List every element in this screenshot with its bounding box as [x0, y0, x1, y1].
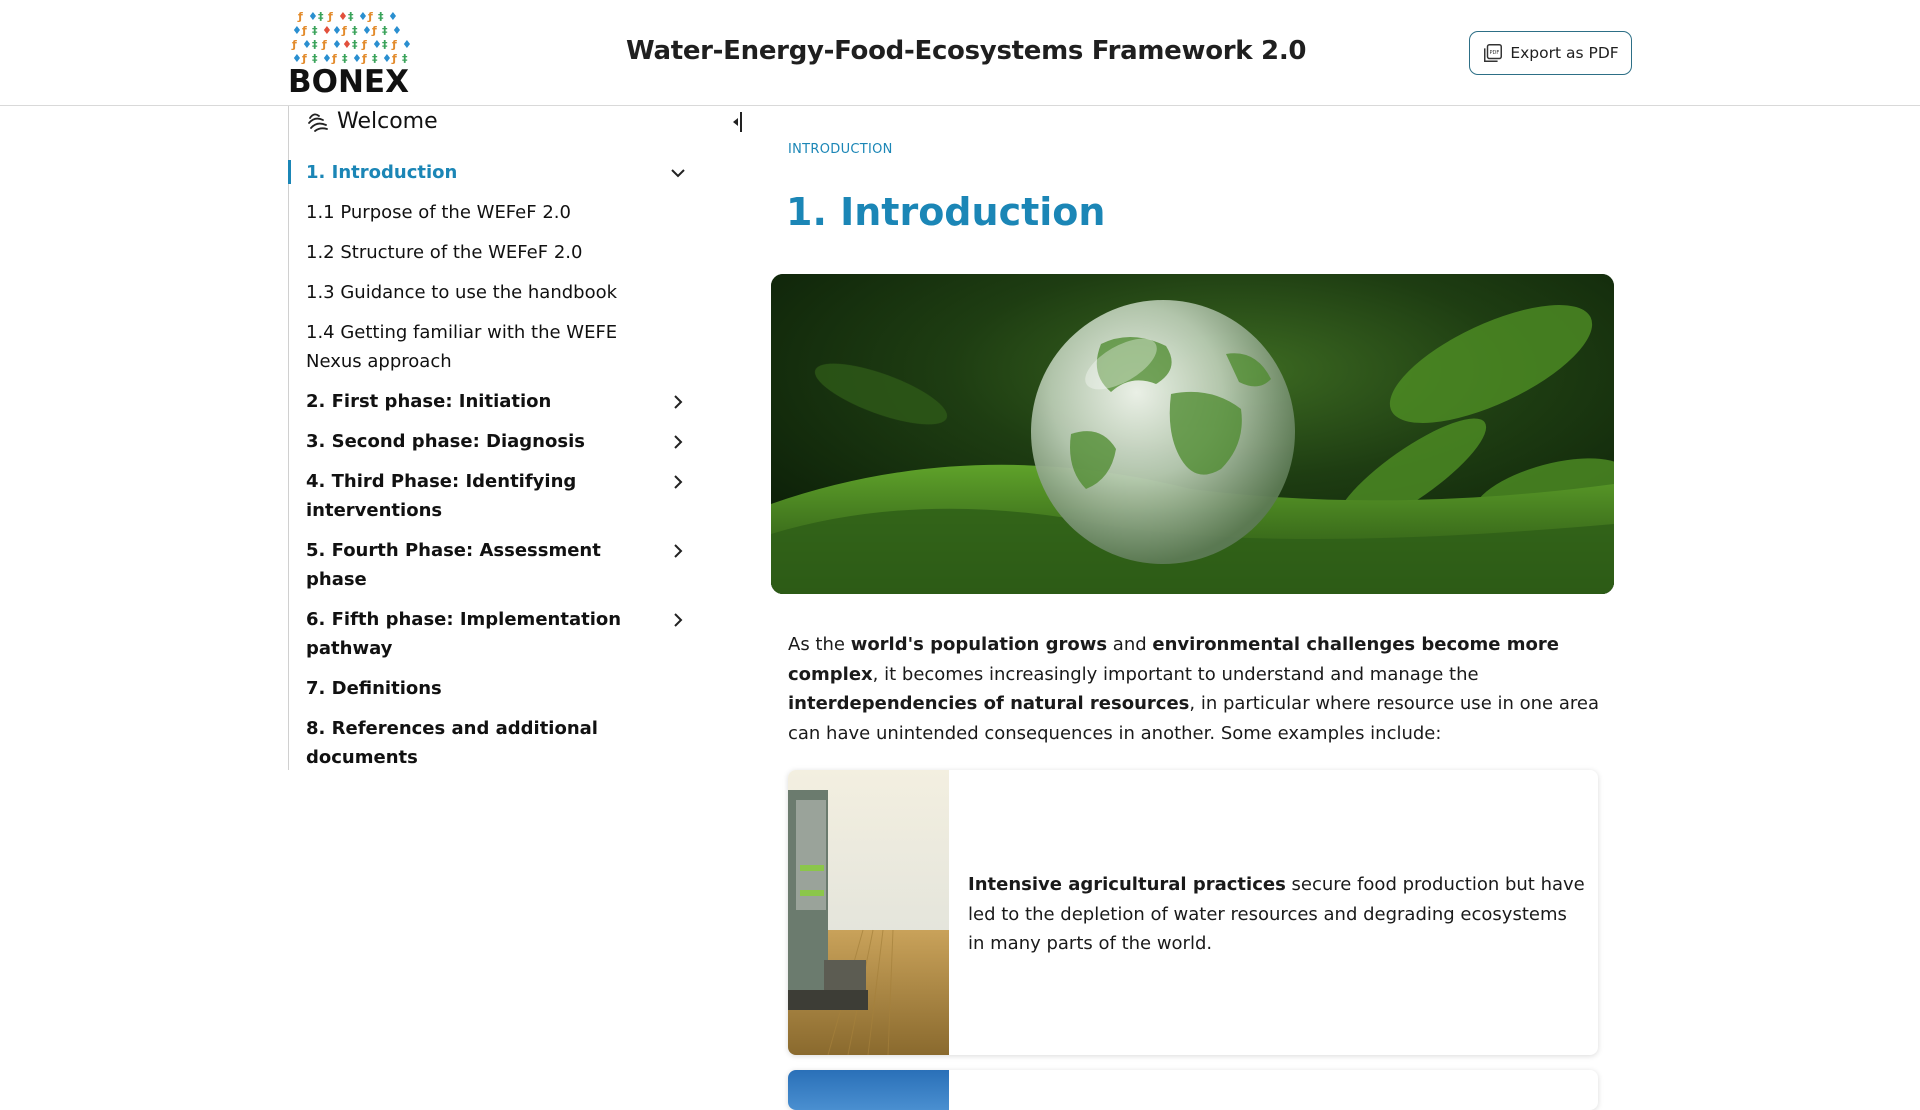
app-title: Water-Energy-Food-Ecosystems Framework 2…: [626, 36, 1307, 66]
card-bold: Intensive agricultural practices: [968, 874, 1286, 895]
svg-text:PDF: PDF: [1490, 50, 1500, 56]
chevron-right-icon[interactable]: [670, 434, 686, 450]
nav-label: 1.2 Structure of the WEFeF 2.0: [306, 242, 583, 263]
svg-text:‡: ‡: [312, 24, 318, 37]
svg-text:♦: ♦: [362, 24, 372, 37]
svg-text:♦: ♦: [308, 10, 318, 23]
chapter-list: 1. Introduction 1.1 Purpose of the WEFeF…: [288, 158, 709, 772]
svg-text:♦: ♦: [388, 10, 398, 23]
svg-text:ƒ: ƒ: [361, 38, 367, 51]
section-eyebrow: INTRODUCTION: [788, 142, 893, 157]
svg-text:ƒ: ƒ: [321, 38, 327, 51]
svg-text:♦: ♦: [402, 38, 412, 51]
nav-item-assessment[interactable]: 5. Fourth Phase: Assessment phase: [289, 536, 709, 594]
svg-text:ƒ: ƒ: [371, 24, 377, 37]
svg-text:‡: ‡: [312, 38, 318, 51]
bonex-logo[interactable]: ƒ ♦ ‡ ƒ ♦ ‡ ♦ ƒ ‡ ♦ ♦ ƒ ‡ ♦ ♦ ƒ ‡ ♦ ƒ ‡ ♦ ƒ ♦ ‡ ƒ ♦ ♦…: [288, 8, 416, 98]
nav-label: 6. Fifth phase: Implementation pathway: [306, 609, 622, 659]
example-card-text: Intensive agricultural practices secure …: [968, 870, 1588, 959]
svg-text:ƒ: ƒ: [341, 24, 347, 37]
nav-label: 4. Third Phase: Identifying intervention…: [306, 471, 577, 521]
chevron-right-icon[interactable]: [670, 612, 686, 628]
nav-item-implementation[interactable]: 6. Fifth phase: Implementation pathway: [289, 605, 709, 663]
page-title: 1. Introduction: [786, 190, 1106, 234]
export-pdf-button[interactable]: PDF Export as PDF: [1469, 31, 1632, 75]
svg-text:♦: ♦: [358, 10, 368, 23]
svg-text:‡: ‡: [378, 10, 384, 23]
svg-text:♦: ♦: [322, 24, 332, 37]
svg-text:♦: ♦: [332, 38, 342, 51]
glass-globe-moss-image: [771, 274, 1614, 594]
nav-item-structure[interactable]: 1.2 Structure of the WEFeF 2.0: [289, 238, 709, 267]
svg-text:ƒ: ƒ: [291, 38, 297, 51]
nav-item-purpose[interactable]: 1.1 Purpose of the WEFeF 2.0: [289, 198, 709, 227]
pdf-icon: PDF: [1484, 44, 1503, 62]
nav-label: 1.4 Getting familiar with the WEFE Nexus…: [306, 322, 618, 372]
intro-bold-1: world's population grows: [850, 634, 1108, 655]
nav-label: 3. Second phase: Diagnosis: [306, 431, 585, 452]
example-card-next: [788, 1070, 1598, 1110]
hero-image: [771, 274, 1614, 594]
intro-text-2: and: [1107, 634, 1153, 655]
nav-label: 1.3 Guidance to use the handbook: [306, 282, 618, 303]
nav-label: 1. Introduction: [306, 162, 458, 183]
logo-wordmark: BONEX: [288, 64, 410, 100]
svg-text:ƒ: ƒ: [367, 10, 373, 23]
chevron-right-icon[interactable]: [670, 543, 686, 559]
nav-label: 7. Definitions: [306, 678, 442, 699]
nav-label: 8. References and additional documents: [306, 718, 598, 768]
svg-text:‡: ‡: [382, 24, 388, 37]
chevron-right-icon[interactable]: [670, 394, 686, 410]
svg-text:‡: ‡: [318, 10, 324, 23]
svg-text:♦: ♦: [342, 38, 352, 51]
svg-text:ƒ: ƒ: [391, 38, 397, 51]
nav-item-wefe-nexus[interactable]: 1.4 Getting familiar with the WEFE Nexus…: [289, 318, 709, 376]
main-content: INTRODUCTION 1. Introduction As the worl…: [770, 106, 1630, 1110]
nav-item-diagnosis[interactable]: 3. Second phase: Diagnosis: [289, 427, 709, 456]
svg-text:♦: ♦: [392, 24, 402, 37]
sidebar-nav: Welcome 1. Introduction 1.1 Purpose of t…: [288, 106, 742, 772]
example-card: Intensive agricultural practices secure …: [788, 770, 1598, 1055]
nav-item-initiation[interactable]: 2. First phase: Initiation: [289, 387, 709, 416]
svg-text:♦: ♦: [332, 24, 342, 37]
svg-text:♦: ♦: [302, 38, 312, 51]
logo-pattern-icon: ƒ ♦ ‡ ƒ ♦ ‡ ♦ ƒ ‡ ♦ ♦ ƒ ‡ ♦ ♦ ƒ ‡ ♦ ƒ ‡ ♦ ƒ ♦ ‡ ƒ ♦ ♦…: [291, 10, 412, 65]
chevron-right-icon[interactable]: [670, 474, 686, 490]
nav-item-introduction[interactable]: 1. Introduction: [288, 158, 709, 187]
nav-item-identifying-interventions[interactable]: 4. Third Phase: Identifying intervention…: [289, 467, 709, 525]
combine-harvester-image: [788, 770, 949, 1055]
svg-text:ƒ: ƒ: [301, 24, 307, 37]
svg-text:ƒ: ƒ: [327, 10, 333, 23]
nav-item-references[interactable]: 8. References and additional documents: [289, 714, 709, 772]
svg-text:ƒ: ƒ: [297, 10, 303, 23]
svg-text:♦: ♦: [338, 10, 348, 23]
nav-item-guidance[interactable]: 1.3 Guidance to use the handbook: [289, 278, 709, 307]
intro-paragraph: As the world's population grows and envi…: [788, 630, 1608, 748]
svg-text:‡: ‡: [352, 38, 358, 51]
sidebar-welcome-link[interactable]: Welcome: [305, 106, 438, 136]
waves-hand-icon: [308, 113, 328, 132]
svg-text:‡: ‡: [382, 38, 388, 51]
nav-item-definitions[interactable]: 7. Definitions: [289, 674, 709, 703]
nav-label: 5. Fourth Phase: Assessment phase: [306, 540, 601, 590]
nav-label: 1.1 Purpose of the WEFeF 2.0: [306, 202, 571, 223]
svg-text:♦: ♦: [292, 24, 302, 37]
svg-text:♦: ♦: [372, 38, 382, 51]
collapse-sidebar-icon[interactable]: [730, 110, 744, 134]
intro-bold-3: interdependencies of natural resources: [788, 693, 1190, 714]
next-card-image: [788, 1070, 949, 1110]
welcome-label: Welcome: [337, 108, 438, 134]
svg-text:‡: ‡: [348, 10, 354, 23]
intro-text-1: As the: [788, 634, 851, 655]
svg-text:‡: ‡: [352, 24, 358, 37]
chevron-down-icon[interactable]: [670, 165, 686, 181]
harvester-image: [788, 770, 949, 1055]
top-header: ƒ ♦ ‡ ƒ ♦ ‡ ♦ ƒ ‡ ♦ ♦ ƒ ‡ ♦ ♦ ƒ ‡ ♦ ƒ ‡ ♦ ƒ ♦ ‡ ƒ ♦ ♦…: [0, 0, 1920, 106]
nav-label: 2. First phase: Initiation: [306, 391, 552, 412]
export-pdf-label: Export as PDF: [1510, 44, 1619, 62]
intro-text-3: , it becomes increasingly important to u…: [872, 663, 1479, 685]
